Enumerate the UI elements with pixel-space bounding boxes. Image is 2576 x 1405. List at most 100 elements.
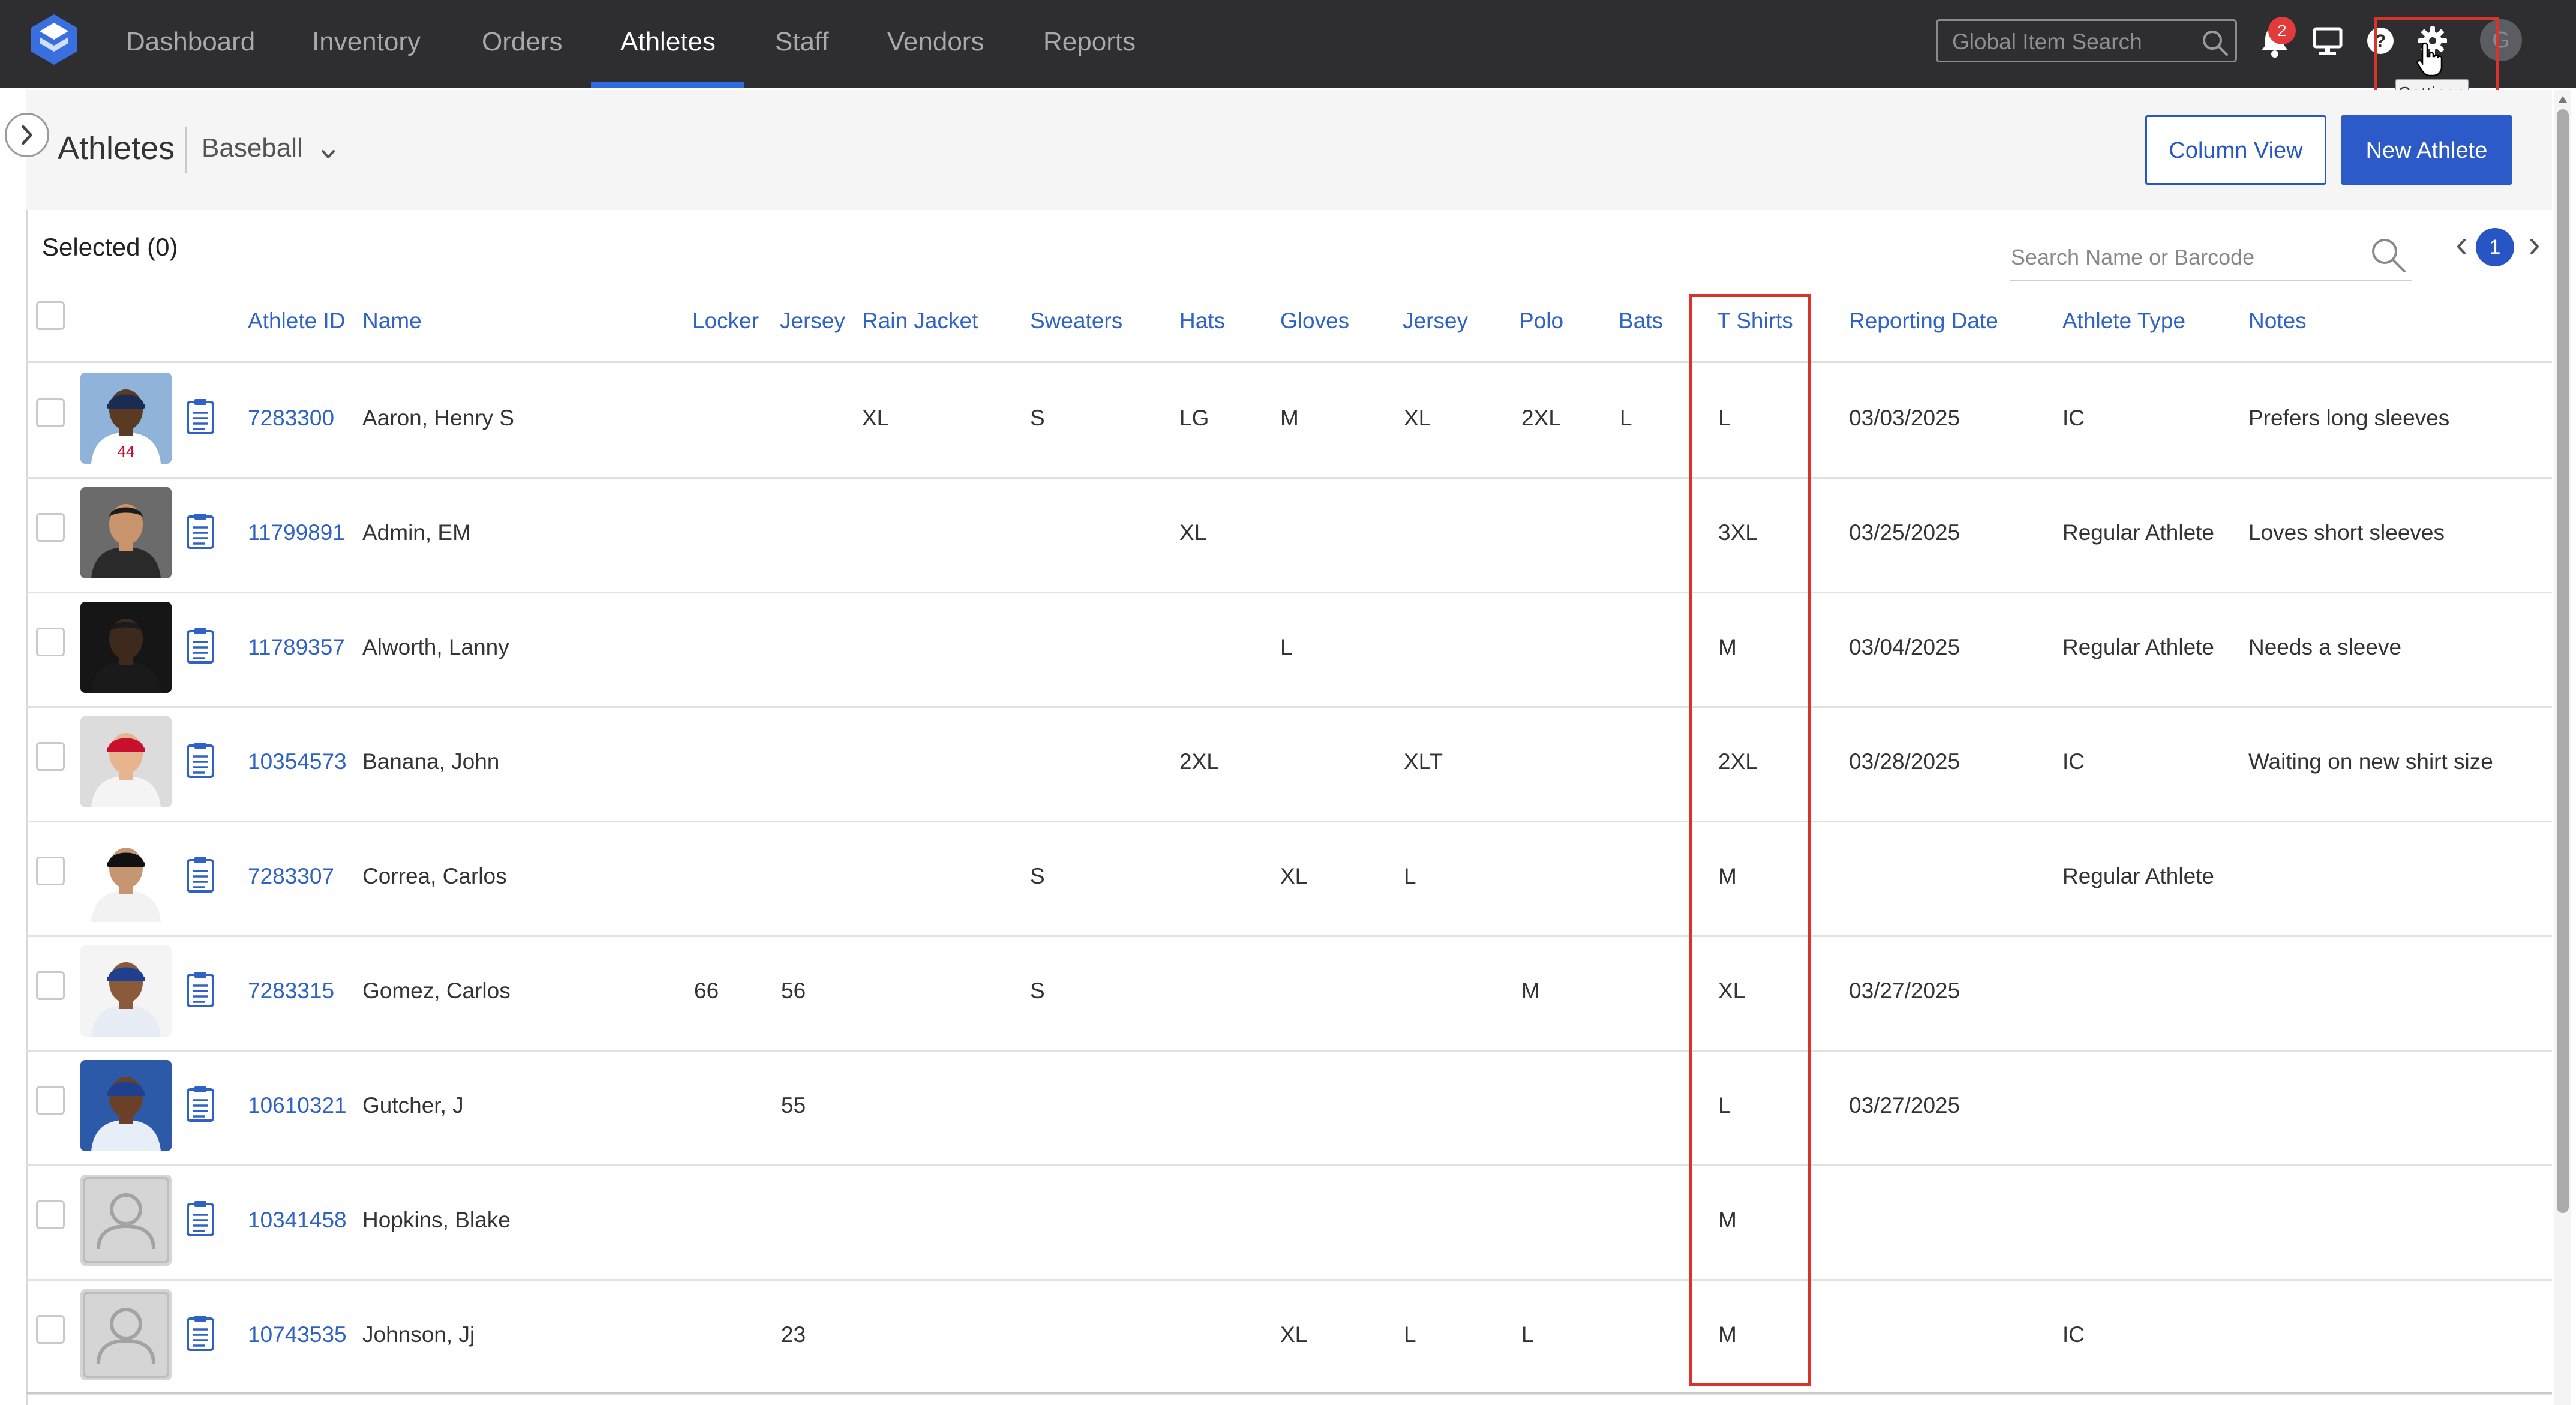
nav-tab-inventory[interactable]: Inventory — [312, 0, 421, 88]
global-item-search[interactable] — [1936, 19, 2237, 62]
column-header-polo[interactable]: Polo — [1519, 308, 1563, 334]
column-header-hats[interactable]: Hats — [1179, 308, 1225, 334]
row-select-checkbox[interactable] — [36, 628, 65, 656]
athlete-id-link[interactable]: 10610321 — [248, 1093, 347, 1118]
clipboard-icon[interactable] — [184, 397, 217, 436]
team-dropdown[interactable]: Baseball — [202, 133, 303, 163]
column-header-athlete-type[interactable]: Athlete Type — [2062, 308, 2185, 334]
nav-tab-dashboard[interactable]: Dashboard — [126, 0, 255, 88]
cell-sweaters: S — [1030, 864, 1045, 888]
clipboard-icon[interactable] — [184, 855, 217, 894]
clipboard-icon[interactable] — [184, 970, 217, 1008]
column-header-gloves[interactable]: Gloves — [1280, 308, 1349, 334]
column-header-jersey[interactable]: Jersey — [780, 308, 845, 334]
row-select-checkbox[interactable] — [36, 742, 65, 771]
athlete-id-link[interactable]: 10743535 — [248, 1322, 347, 1347]
row-select-checkbox[interactable] — [36, 513, 65, 542]
athlete-photo-placeholder[interactable] — [80, 1289, 172, 1380]
cell-bats: L — [1620, 406, 1632, 430]
global-search-input[interactable] — [1951, 23, 2193, 61]
athlete-search[interactable] — [2010, 235, 2412, 281]
row-select-checkbox[interactable] — [36, 971, 65, 1000]
cell-athlete-type: Regular Athlete — [2062, 635, 2215, 659]
tshirts-column-highlight-box — [1689, 294, 1811, 1386]
table-bottom-border — [26, 1392, 2552, 1394]
cell-reporting-date: 03/04/2025 — [1849, 635, 1960, 659]
row-select-checkbox[interactable] — [36, 1315, 65, 1344]
cell-gloves: XL — [1280, 1322, 1308, 1347]
mouse-cursor-icon — [2416, 42, 2443, 77]
athlete-photo[interactable] — [80, 1060, 172, 1151]
row-select-checkbox[interactable] — [36, 1200, 65, 1229]
cell-polo: M — [1521, 978, 1540, 1003]
athlete-id-link[interactable]: 10341458 — [248, 1208, 347, 1233]
athlete-photo[interactable] — [80, 945, 172, 1037]
column-view-button[interactable]: Column View — [2145, 115, 2326, 185]
clipboard-icon[interactable] — [184, 1199, 217, 1238]
athlete-id-link[interactable]: 11789357 — [248, 635, 345, 660]
cell-name: Hopkins, Blake — [362, 1208, 511, 1232]
nav-tab-reports[interactable]: Reports — [1043, 0, 1136, 88]
cell-name: Correa, Carlos — [362, 864, 507, 888]
column-header-locker[interactable]: Locker — [692, 308, 759, 334]
athlete-id-link[interactable]: 10354573 — [248, 749, 347, 774]
cell-sweaters: S — [1030, 978, 1045, 1003]
new-athlete-button[interactable]: New Athlete — [2341, 115, 2512, 185]
athlete-id-link[interactable]: 11799891 — [248, 520, 345, 545]
search-icon[interactable] — [2368, 235, 2408, 275]
column-header-athlete-id[interactable]: Athlete ID — [248, 308, 345, 334]
row-select-checkbox[interactable] — [36, 1086, 65, 1115]
monitor-icon[interactable] — [2310, 23, 2346, 59]
search-icon[interactable] — [2200, 28, 2229, 57]
cell-locker: 66 — [694, 978, 719, 1003]
row-select-checkbox[interactable] — [36, 398, 65, 427]
cell-jersey2: L — [1404, 864, 1416, 888]
cell-jersey2: XL — [1404, 406, 1431, 430]
current-page-button[interactable]: 1 — [2476, 228, 2514, 266]
athlete-photo[interactable] — [80, 716, 172, 807]
nav-tab-vendors[interactable]: Vendors — [887, 0, 984, 88]
svg-text:44: 44 — [118, 442, 135, 460]
column-header-notes[interactable]: Notes — [2248, 308, 2307, 334]
row-select-checkbox[interactable] — [36, 857, 65, 885]
nav-tab-staff[interactable]: Staff — [775, 0, 829, 88]
athlete-id-link[interactable]: 7283307 — [248, 864, 334, 889]
column-header-reporting-date[interactable]: Reporting Date — [1849, 308, 1998, 334]
cell-hats: 2XL — [1179, 749, 1219, 774]
clipboard-icon[interactable] — [184, 1085, 217, 1123]
sidebar-expand-chevron-icon[interactable] — [5, 113, 49, 157]
nav-tab-athletes[interactable]: Athletes — [620, 0, 716, 88]
cell-rain-jacket: XL — [862, 406, 890, 430]
scroll-up-arrow-icon[interactable] — [2557, 94, 2569, 106]
athlete-photo[interactable] — [80, 831, 172, 922]
cell-jersey: 23 — [781, 1322, 806, 1347]
athlete-photo[interactable] — [80, 602, 172, 693]
clipboard-icon[interactable] — [184, 741, 217, 779]
clipboard-icon[interactable] — [184, 1314, 217, 1352]
column-header-sweaters[interactable]: Sweaters — [1030, 308, 1122, 334]
athlete-id-link[interactable]: 7283300 — [248, 406, 334, 431]
nav-tab-orders[interactable]: Orders — [482, 0, 562, 88]
clipboard-icon[interactable] — [184, 626, 217, 665]
cell-polo: L — [1521, 1322, 1534, 1347]
select-all-checkbox[interactable] — [36, 301, 65, 330]
athlete-photo[interactable]: 44 — [80, 373, 172, 464]
cell-hats: LG — [1179, 406, 1209, 430]
column-header-bats[interactable]: Bats — [1619, 308, 1663, 334]
athlete-id-link[interactable]: 7283315 — [248, 978, 334, 1004]
next-page-chevron-icon[interactable] — [2524, 233, 2545, 260]
column-header-jersey-2[interactable]: Jersey — [1403, 308, 1468, 334]
cell-sweaters: S — [1030, 406, 1045, 430]
column-header-rain-jacket[interactable]: Rain Jacket — [862, 308, 978, 334]
athlete-photo-placeholder[interactable] — [80, 1175, 172, 1266]
chevron-down-icon[interactable] — [318, 144, 338, 164]
previous-page-chevron-icon[interactable] — [2451, 233, 2472, 260]
athlete-search-input[interactable] — [2010, 239, 2348, 276]
app-logo-icon[interactable] — [26, 12, 82, 67]
column-header-name[interactable]: Name — [362, 308, 422, 334]
clipboard-icon[interactable] — [184, 512, 217, 550]
scrollbar-thumb[interactable] — [2557, 109, 2569, 1213]
cell-athlete-type: Regular Athlete — [2062, 864, 2215, 888]
cell-notes: Loves short sleeves — [2248, 520, 2445, 545]
athlete-photo[interactable] — [80, 487, 172, 578]
